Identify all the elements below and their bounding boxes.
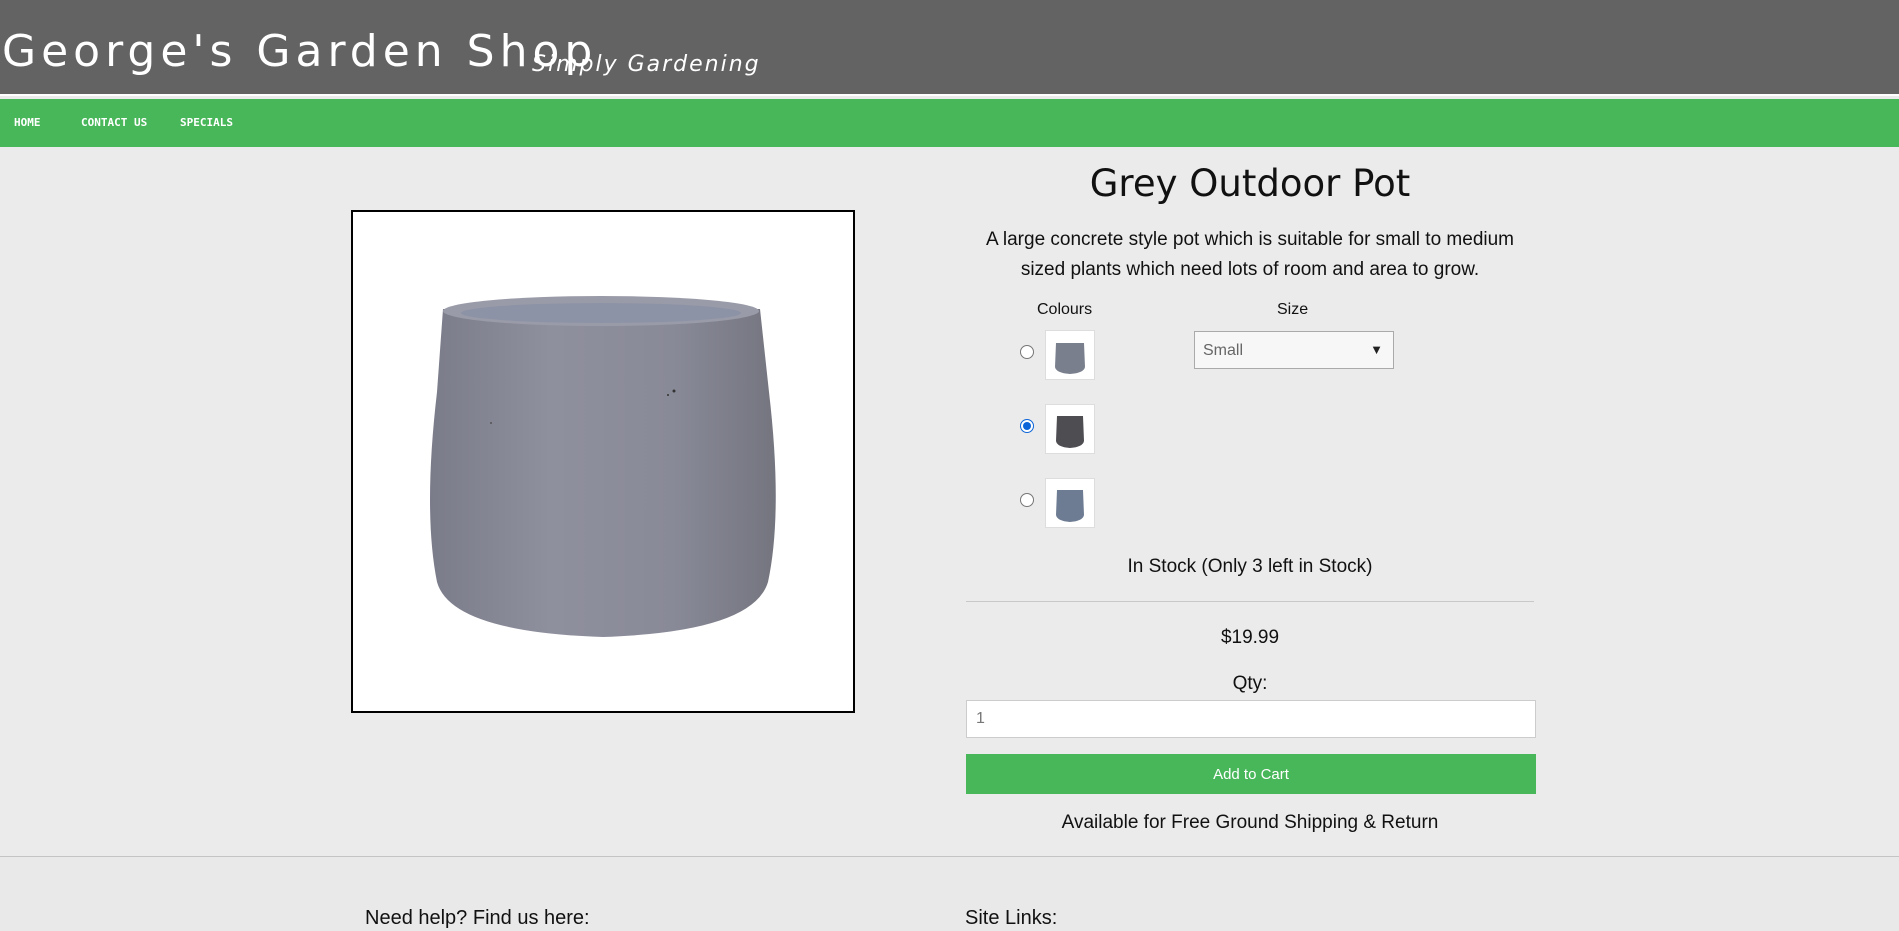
main-nav: HOME CONTACT US SPECIALS (0, 99, 1899, 147)
colour-swatch-light-grey[interactable] (1045, 330, 1095, 380)
size-label: Size (1277, 301, 1309, 318)
shipping-info: Available for Free Ground Shipping & Ret… (1061, 812, 1439, 833)
footer-help-heading: Need help? Find us here: (365, 907, 590, 929)
description-line-1: A large concrete style pot which is suit… (985, 229, 1514, 250)
product-title: Grey Outdoor Pot (1089, 162, 1411, 205)
footer-links-heading: Site Links: (965, 907, 1058, 929)
colours-label: Colours (1037, 301, 1093, 318)
product-price: $19.99 (1220, 627, 1280, 648)
size-select-value: Small (1203, 342, 1244, 359)
add-to-cart-button[interactable]: Add to Cart (966, 754, 1536, 794)
site-header: George's Garden Shop Simply Gardening (0, 0, 1899, 96)
site-title[interactable]: George's Garden Shop (2, 26, 597, 77)
product-description: A large concrete style pot which is suit… (966, 225, 1534, 285)
colour-swatch-dark-grey[interactable] (1045, 404, 1095, 454)
site-footer: Need help? Find us here: Site Links: (0, 857, 1899, 931)
stock-status: In Stock (Only 3 left in Stock) (1127, 556, 1373, 577)
product-image (351, 210, 855, 713)
qty-label: Qty: (1232, 673, 1268, 694)
size-select[interactable]: Small ▼ (1194, 331, 1394, 369)
divider (966, 601, 1534, 602)
product-section: Grey Outdoor Pot A large concrete style … (0, 147, 1899, 856)
colour-radio-light-grey[interactable] (1020, 345, 1034, 359)
qty-input[interactable] (966, 700, 1536, 738)
nav-item-home[interactable]: HOME (14, 116, 41, 129)
site-tagline: Simply Gardening (532, 52, 761, 77)
colour-radio-dark-grey[interactable] (1020, 419, 1034, 433)
nav-item-contact-us[interactable]: CONTACT US (81, 116, 147, 129)
description-line-2: sized plants which need lots of room and… (1020, 259, 1480, 280)
colour-radio-blue-grey[interactable] (1020, 493, 1034, 507)
colour-swatch-blue-grey[interactable] (1045, 478, 1095, 528)
chevron-down-icon: ▼ (1370, 342, 1383, 357)
pot-image (430, 296, 776, 637)
nav-item-specials[interactable]: SPECIALS (180, 116, 233, 129)
